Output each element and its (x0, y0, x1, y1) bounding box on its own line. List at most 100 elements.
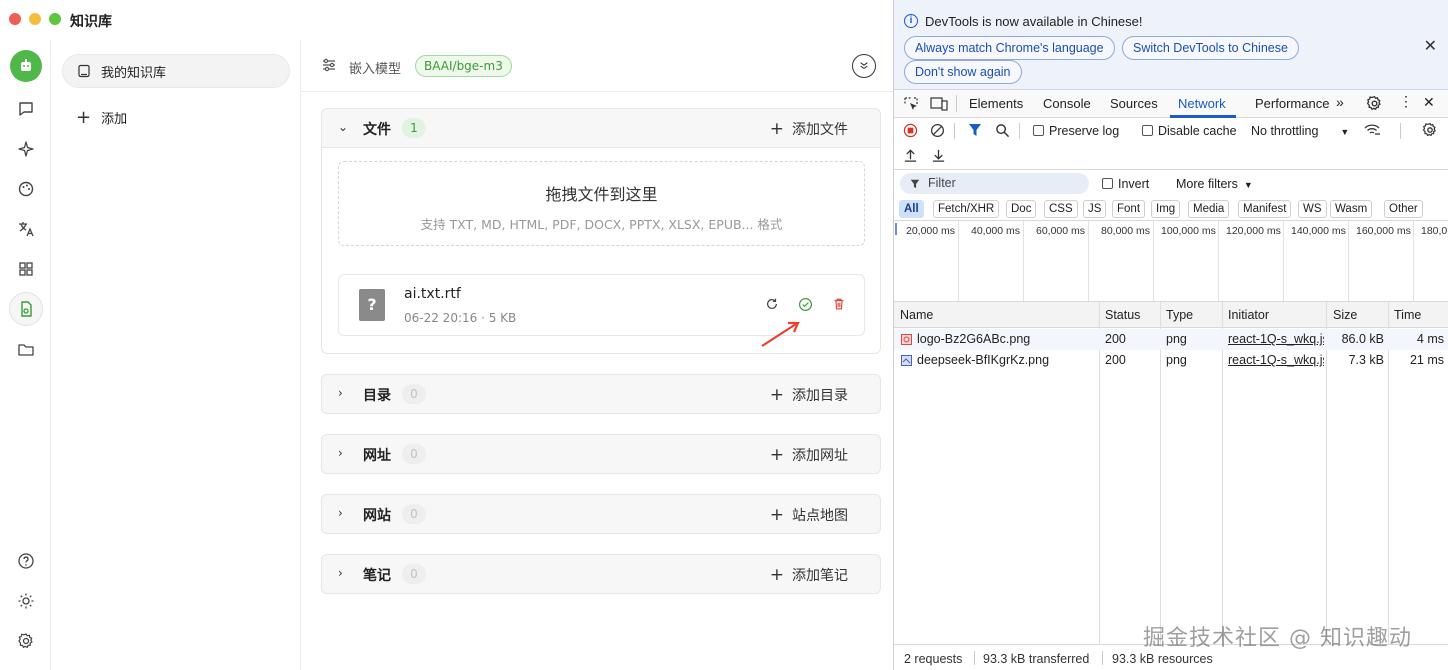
add-url-button[interactable]: + 添加网址 (770, 445, 848, 465)
more-tabs-chevron-icon[interactable]: » (1336, 94, 1344, 110)
more-options-icon[interactable]: ⋮ (1399, 93, 1413, 110)
throttling-select[interactable]: No throttling ▼ (1251, 124, 1349, 138)
match-language-button[interactable]: Always match Chrome's language (904, 36, 1115, 60)
network-conditions-icon[interactable] (1363, 123, 1381, 137)
section-files-header[interactable]: ⌄ 文件 1 + 添加文件 (322, 109, 880, 147)
record-stop-icon[interactable] (903, 123, 918, 138)
type-filter-manifest[interactable]: Manifest (1238, 200, 1292, 218)
type-filter-ws[interactable]: WS (1298, 200, 1327, 218)
export-har-icon[interactable] (931, 148, 946, 163)
tab-performance[interactable]: Performance (1255, 96, 1329, 111)
table-row[interactable]: deepseek-BfIKgrKz.png 200 png react-1Q-s… (894, 350, 1448, 371)
overview-tick: 20,000 ms (906, 225, 956, 237)
add-file-label: 添加文件 (792, 122, 848, 138)
double-chevron-down-icon (860, 62, 868, 70)
type-filter-other[interactable]: Other (1384, 200, 1423, 218)
zoom-window-button[interactable] (49, 13, 61, 25)
chevron-right-icon[interactable]: › (338, 446, 343, 460)
add-note-button[interactable]: + 添加笔记 (770, 565, 848, 585)
column-header-name[interactable]: Name (900, 308, 933, 322)
table-row[interactable]: logo-Bz2G6ABc.png 200 png react-1Q-s_wkq… (894, 329, 1448, 350)
type-filter-doc[interactable]: Doc (1006, 200, 1037, 218)
type-filter-media[interactable]: Media (1188, 200, 1230, 218)
column-header-initiator[interactable]: Initiator (1228, 308, 1269, 322)
request-size: 86.0 kB (1341, 332, 1384, 346)
network-overview-timeline[interactable]: 20,000 ms 40,000 ms 60,000 ms 80,000 ms … (894, 220, 1448, 302)
invert-checkbox[interactable]: Invert (1102, 177, 1149, 191)
settings-gear-icon[interactable] (1366, 95, 1383, 112)
sliders-icon[interactable] (321, 57, 337, 73)
request-initiator-link[interactable]: react-1Q-s_wkq.js (1228, 353, 1324, 367)
column-header-size[interactable]: Size (1333, 308, 1357, 322)
tab-sources[interactable]: Sources (1110, 96, 1158, 111)
add-url-label: 添加网址 (792, 448, 848, 464)
close-devtools-icon[interactable]: ✕ (1423, 94, 1435, 111)
import-har-icon[interactable] (903, 148, 918, 163)
type-filter-fetch-xhr[interactable]: Fetch/XHR (933, 200, 1000, 218)
clear-icon[interactable] (930, 123, 945, 138)
section-count-badge: 0 (402, 564, 426, 584)
close-window-button[interactable] (9, 13, 21, 25)
section-urls[interactable]: › 网址 0 + 添加网址 (321, 434, 881, 474)
delete-icon[interactable] (830, 295, 848, 313)
help-icon[interactable] (13, 548, 39, 574)
type-filter-css[interactable]: CSS (1044, 200, 1078, 218)
refresh-icon[interactable] (763, 295, 781, 313)
tab-console[interactable]: Console (1043, 96, 1091, 111)
filter-input[interactable]: Filter (900, 173, 1089, 194)
type-filter-js[interactable]: JS (1083, 200, 1107, 218)
close-icon[interactable]: ✕ (1424, 36, 1437, 56)
switch-to-chinese-button[interactable]: Switch DevTools to Chinese (1122, 36, 1299, 60)
chevron-down-icon[interactable]: ⌄ (338, 120, 348, 134)
brightness-icon[interactable] (13, 588, 39, 614)
section-notes[interactable]: › 笔记 0 + 添加笔记 (321, 554, 881, 594)
add-knowledge-base-button[interactable]: + 添加 (76, 108, 127, 127)
add-directory-button[interactable]: + 添加目录 (770, 385, 848, 405)
section-count-badge: 0 (402, 504, 426, 524)
section-count-badge: 0 (402, 384, 426, 404)
type-filter-img[interactable]: Img (1151, 200, 1181, 218)
check-circle-icon[interactable] (796, 295, 814, 313)
dont-show-again-button[interactable]: Don't show again (904, 60, 1022, 84)
chevron-right-icon[interactable]: › (338, 506, 343, 520)
type-filter-wasm[interactable]: Wasm (1330, 200, 1373, 218)
type-filter-font[interactable]: Font (1112, 200, 1146, 218)
knowledge-base-app: 知识库 我的知识库 + 添加 嵌入模型 BAAI/bge-m3 ⌄ 文件 1 +… (0, 0, 893, 670)
kb-item-my-knowledge-base[interactable]: 我的知识库 (62, 54, 290, 88)
apps-grid-icon[interactable] (13, 256, 39, 282)
request-time: 21 ms (1409, 353, 1444, 367)
chevron-right-icon[interactable]: › (338, 386, 343, 400)
app-logo-avatar[interactable] (10, 50, 42, 82)
add-sitemap-button[interactable]: + 站点地图 (770, 505, 848, 525)
column-header-time[interactable]: Time (1394, 308, 1421, 322)
request-initiator-link[interactable]: react-1Q-s_wkq.js (1228, 332, 1324, 346)
filter-funnel-icon[interactable] (968, 123, 982, 137)
translate-icon[interactable] (13, 216, 39, 242)
section-directories[interactable]: › 目录 0 + 添加目录 (321, 374, 881, 414)
knowledge-base-nav-icon[interactable] (9, 292, 43, 326)
column-header-type[interactable]: Type (1166, 308, 1193, 322)
column-header-status[interactable]: Status (1105, 308, 1140, 322)
request-type: png (1166, 353, 1187, 367)
add-file-button[interactable]: + 添加文件 (770, 119, 848, 139)
chat-icon[interactable] (13, 96, 39, 122)
chevron-right-icon[interactable]: › (338, 566, 343, 580)
file-dropzone[interactable]: 拖拽文件到这里 支持 TXT, MD, HTML, PDF, DOCX, PPT… (338, 161, 865, 246)
section-websites[interactable]: › 网站 0 + 站点地图 (321, 494, 881, 534)
collapse-all-button[interactable] (852, 54, 876, 78)
more-filters-dropdown[interactable]: More filters ▼ (1176, 177, 1253, 191)
minimize-window-button[interactable] (29, 13, 41, 25)
preserve-log-checkbox[interactable]: Preserve log (1033, 124, 1119, 138)
tab-elements[interactable]: Elements (969, 96, 1023, 111)
search-icon[interactable] (995, 123, 1010, 138)
sparkle-icon[interactable] (13, 136, 39, 162)
device-toolbar-icon[interactable] (930, 96, 948, 112)
settings-gear-icon[interactable] (13, 628, 39, 654)
inspect-element-icon[interactable] (903, 96, 919, 112)
folder-icon[interactable] (13, 336, 39, 362)
type-filter-all[interactable]: All (899, 200, 924, 218)
palette-icon[interactable] (13, 176, 39, 202)
network-settings-gear-icon[interactable] (1422, 122, 1438, 138)
tab-network[interactable]: Network (1178, 96, 1226, 111)
disable-cache-checkbox[interactable]: Disable cache (1142, 124, 1237, 138)
